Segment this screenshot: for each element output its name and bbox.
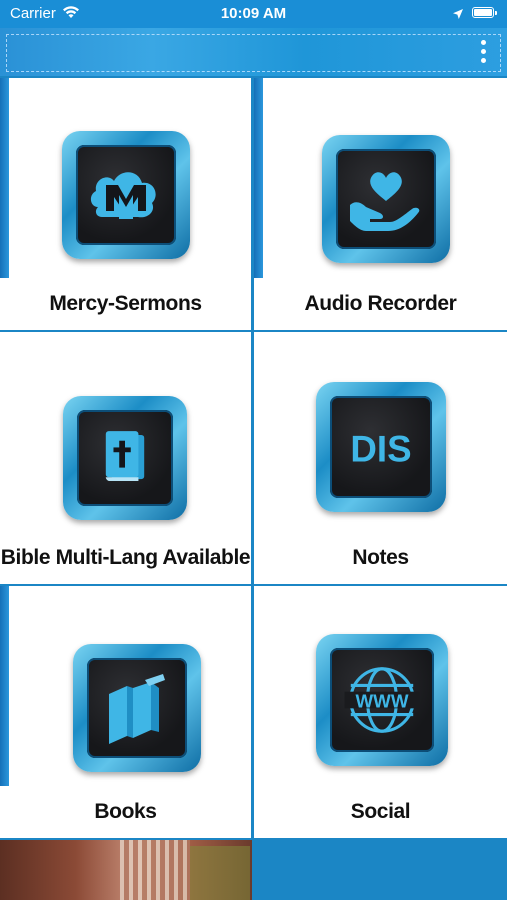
toolbar-border — [6, 34, 501, 72]
more-vertical-icon[interactable] — [474, 36, 494, 68]
tile-stripe — [254, 78, 263, 278]
mercy-sermons-logo-icon — [62, 131, 190, 259]
tile-label: Bible Multi-Lang Available — [0, 546, 251, 569]
clock-time: 10:09 AM — [220, 5, 287, 22]
tile-audio-recorder[interactable]: Audio Recorder — [254, 78, 507, 330]
status-bar: Carrier 10:09 AM — [0, 0, 507, 28]
tile-label: Mercy-Sermons — [49, 292, 202, 315]
www-globe-icon: WWW — [316, 634, 448, 766]
tile-social[interactable]: WWW Social — [254, 586, 507, 838]
location-arrow-icon — [452, 7, 464, 25]
tile-books[interactable]: Books — [0, 586, 251, 838]
tile-label: Audio Recorder — [304, 292, 457, 315]
tile-notes[interactable]: DIS Notes — [254, 332, 507, 584]
heart-in-hand-icon — [322, 135, 450, 263]
dis-text-icon: DIS — [316, 382, 446, 512]
bible-cross-icon — [63, 396, 187, 520]
tile-mercy-sermons[interactable]: Mercy-Sermons — [0, 78, 251, 330]
tile-partial-blank[interactable] — [255, 840, 507, 900]
tile-label: Notes — [352, 546, 409, 569]
tile-label: Social — [350, 800, 411, 823]
tile-stripe — [0, 586, 9, 786]
tile-partial-photo[interactable] — [0, 840, 252, 900]
menu-grid: Mercy-Sermons Audio Recorder Bible Multi… — [0, 76, 507, 900]
tile-bible[interactable]: Bible Multi-Lang Available — [0, 332, 251, 584]
tile-label: Books — [94, 800, 157, 823]
battery-icon — [472, 7, 497, 18]
tile-stripe — [0, 78, 9, 278]
svg-text:WWW: WWW — [356, 690, 409, 711]
books-icon — [73, 644, 201, 772]
svg-text:DIS: DIS — [350, 428, 411, 469]
app-toolbar — [0, 28, 507, 76]
